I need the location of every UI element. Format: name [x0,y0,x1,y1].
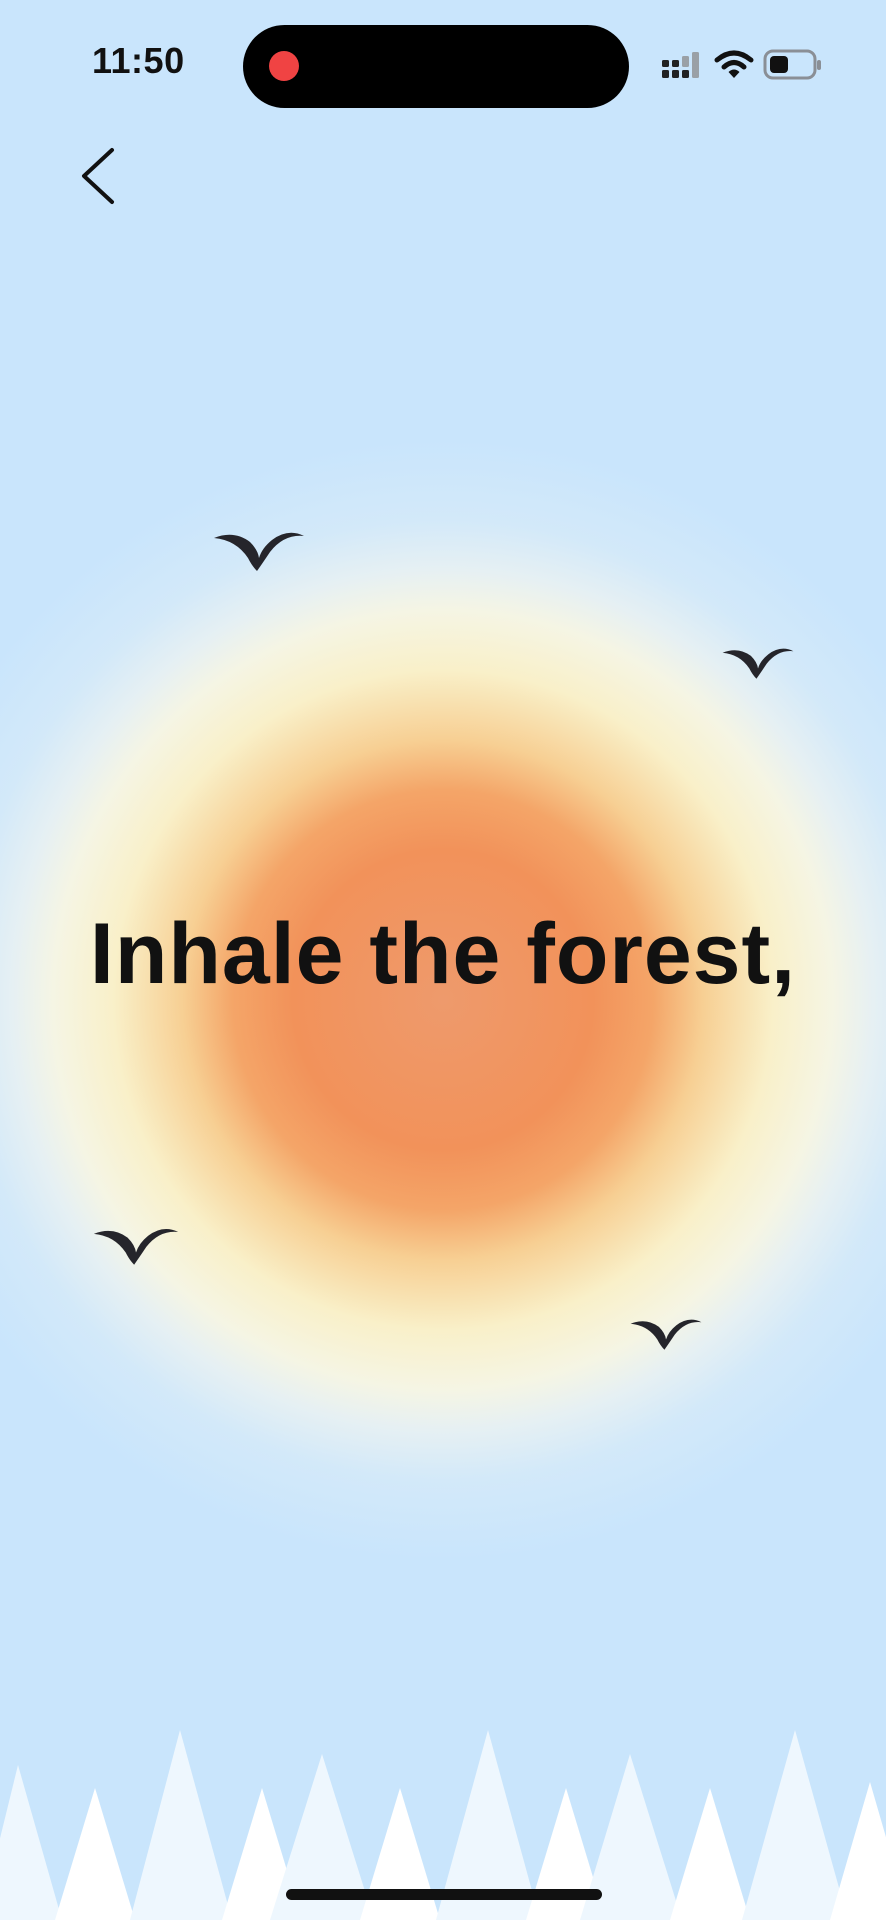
bird-icon [214,532,304,571]
status-bar: 11:50 [0,0,886,130]
recording-indicator [269,51,299,81]
dynamic-island [243,25,629,108]
cellular-signal-icon [662,52,699,78]
wifi-icon [714,50,754,78]
back-button[interactable] [72,140,132,210]
battery-icon [763,49,821,80]
breathing-prompt: Inhale the forest, [89,906,797,1002]
bird-icon [722,648,794,679]
bird-icon [630,1319,702,1350]
breathing-screen: 11:50 Inhale the forest, [0,0,886,1920]
bird-icon [93,1228,179,1265]
status-time: 11:50 [92,40,185,81]
home-indicator[interactable] [286,1889,602,1900]
chevron-left-icon [82,148,114,204]
